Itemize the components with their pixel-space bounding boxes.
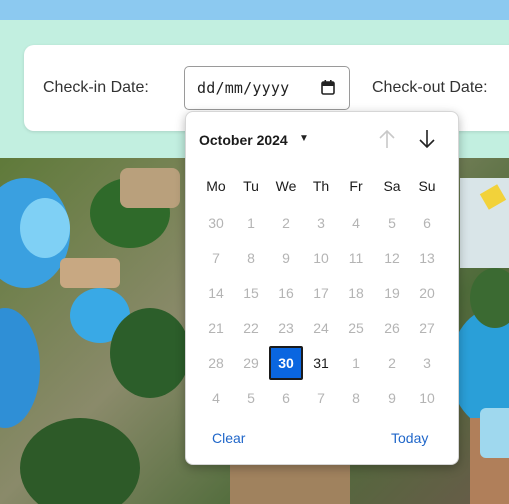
- arrow-down-icon[interactable]: [416, 128, 438, 150]
- calendar-day-other-month[interactable]: 2: [375, 346, 409, 380]
- calendar-day-other-month[interactable]: 30: [199, 206, 233, 240]
- arrow-up-icon[interactable]: [376, 128, 398, 150]
- weekday-header: Th: [312, 178, 330, 194]
- calendar-day-other-month[interactable]: 6: [269, 381, 303, 415]
- calendar-day-other-month[interactable]: 24: [304, 311, 338, 345]
- calendar-day-other-month[interactable]: 7: [304, 381, 338, 415]
- calendar-day-other-month[interactable]: 4: [199, 381, 233, 415]
- caret-down-icon[interactable]: ▼: [299, 133, 309, 144]
- calendar-day-other-month[interactable]: 3: [304, 206, 338, 240]
- calendar-day-other-month[interactable]: 26: [375, 311, 409, 345]
- calendar-day-other-month[interactable]: 18: [339, 276, 373, 310]
- checkout-date-label: Check-out Date:: [372, 79, 488, 96]
- date-picker-popup: October 2024 ▼ Mo Tu We Th Fr Sa Su 30 1 2 3 4 5 6 7 8…: [185, 111, 459, 465]
- top-header-strip: [0, 0, 509, 20]
- calendar-day-other-month[interactable]: 22: [234, 311, 268, 345]
- calendar-day-other-month[interactable]: 3: [410, 346, 444, 380]
- month-year-selector[interactable]: October 2024: [199, 132, 288, 148]
- weekday-header: Fr: [349, 178, 363, 194]
- weekday-header: Sa: [383, 178, 401, 194]
- calendar-day-other-month[interactable]: 19: [375, 276, 409, 310]
- weekday-header: Mo: [206, 178, 226, 194]
- calendar-day[interactable]: 31: [304, 346, 338, 380]
- checkin-date-value: dd/mm/yyyy: [197, 79, 290, 97]
- calendar-day-other-month[interactable]: 16: [269, 276, 303, 310]
- calendar-day-other-month[interactable]: 27: [410, 311, 444, 345]
- calendar-day-other-month[interactable]: 8: [234, 241, 268, 275]
- calendar-day-other-month[interactable]: 14: [199, 276, 233, 310]
- calendar-day-other-month[interactable]: 10: [304, 241, 338, 275]
- calendar-day-other-month[interactable]: 9: [269, 241, 303, 275]
- calendar-day-other-month[interactable]: 29: [234, 346, 268, 380]
- weekday-header: We: [275, 178, 297, 194]
- calendar-day-other-month[interactable]: 2: [269, 206, 303, 240]
- calendar-day-other-month[interactable]: 8: [339, 381, 373, 415]
- calendar-day-other-month[interactable]: 1: [234, 206, 268, 240]
- calendar-icon[interactable]: [321, 80, 335, 95]
- clear-button[interactable]: Clear: [212, 430, 245, 446]
- checkin-date-label: Check-in Date:: [43, 79, 149, 96]
- calendar-day-other-month[interactable]: 20: [410, 276, 444, 310]
- calendar-day-other-month[interactable]: 13: [410, 241, 444, 275]
- calendar-day-other-month[interactable]: 9: [375, 381, 409, 415]
- calendar-day-other-month[interactable]: 17: [304, 276, 338, 310]
- calendar-day-other-month[interactable]: 21: [199, 311, 233, 345]
- calendar-day-other-month[interactable]: 28: [199, 346, 233, 380]
- calendar-day-selected[interactable]: 30: [269, 346, 303, 380]
- calendar-day-other-month[interactable]: 15: [234, 276, 268, 310]
- calendar-day-other-month[interactable]: 1: [339, 346, 373, 380]
- weekday-header: Su: [418, 178, 436, 194]
- today-button[interactable]: Today: [391, 430, 428, 446]
- calendar-day-other-month[interactable]: 23: [269, 311, 303, 345]
- checkin-date-input[interactable]: dd/mm/yyyy: [184, 66, 350, 110]
- calendar-day-other-month[interactable]: 5: [234, 381, 268, 415]
- weekday-header: Tu: [243, 178, 259, 194]
- calendar-day-other-month[interactable]: 12: [375, 241, 409, 275]
- calendar-day-other-month[interactable]: 11: [339, 241, 373, 275]
- calendar-day-other-month[interactable]: 10: [410, 381, 444, 415]
- calendar-day-other-month[interactable]: 4: [339, 206, 373, 240]
- calendar-day-other-month[interactable]: 5: [375, 206, 409, 240]
- calendar-day-other-month[interactable]: 25: [339, 311, 373, 345]
- calendar-day-other-month[interactable]: 6: [410, 206, 444, 240]
- calendar-day-other-month[interactable]: 7: [199, 241, 233, 275]
